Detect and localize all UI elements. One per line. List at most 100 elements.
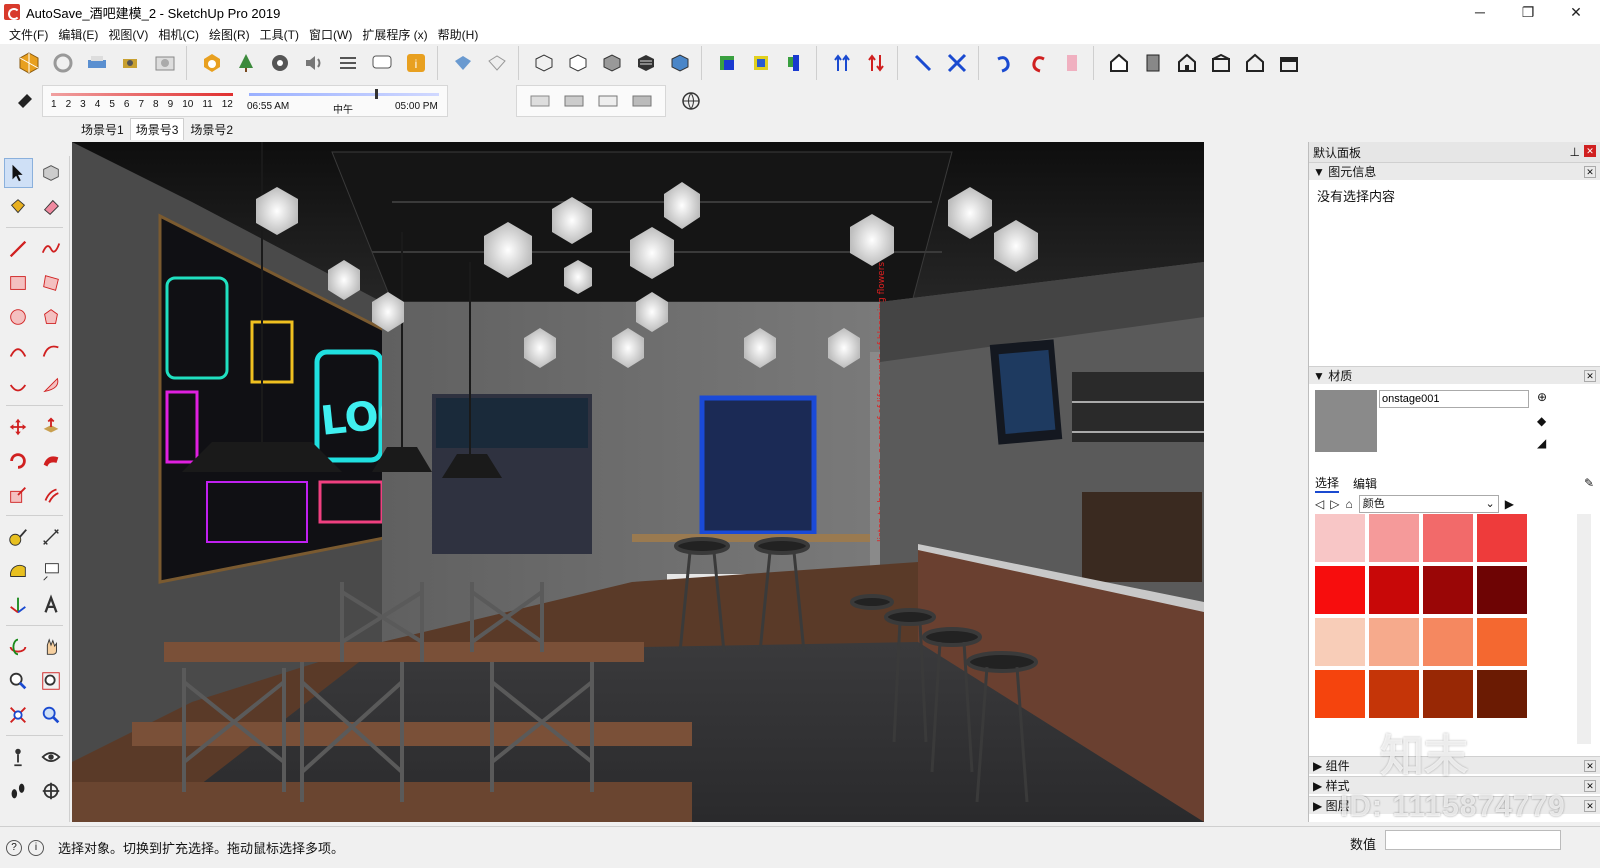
style-xray-icon[interactable] <box>447 48 479 78</box>
section-fill-icon[interactable] <box>626 86 658 116</box>
text-tool-icon[interactable] <box>37 556 66 586</box>
offset-icon[interactable] <box>37 480 66 510</box>
print-icon[interactable] <box>81 48 113 78</box>
close-button[interactable]: ✕ <box>1552 0 1600 24</box>
three-point-arc-icon[interactable] <box>4 370 33 400</box>
color-swatch[interactable] <box>1369 670 1419 718</box>
section-display-icon[interactable] <box>558 86 590 116</box>
color-swatch[interactable] <box>1315 514 1365 562</box>
select-tool-icon[interactable] <box>4 158 33 188</box>
menu-camera[interactable]: 相机(C) <box>153 26 204 43</box>
rotate-icon[interactable] <box>4 446 33 476</box>
color-swatch[interactable] <box>1315 670 1365 718</box>
menu-view[interactable]: 视图(V) <box>103 26 153 43</box>
menu-file[interactable]: 文件(F) <box>4 26 53 43</box>
paint-bucket-icon[interactable] <box>4 192 33 222</box>
close-icon[interactable]: ✕ <box>1584 779 1596 792</box>
screenshot-icon[interactable] <box>149 48 181 78</box>
arc-icon[interactable] <box>4 336 33 366</box>
follow-me-icon[interactable] <box>37 446 66 476</box>
redo-icon[interactable] <box>1022 48 1054 78</box>
polygon-icon[interactable] <box>37 302 66 332</box>
menu-edit[interactable]: 编辑(E) <box>53 26 103 43</box>
menu-tools[interactable]: 工具(T) <box>255 26 304 43</box>
forward-icon[interactable]: ▷ <box>1330 497 1339 511</box>
wireframe-icon[interactable] <box>528 48 560 78</box>
tree-icon[interactable] <box>230 48 262 78</box>
pan-icon[interactable] <box>37 632 66 662</box>
color-swatch[interactable] <box>1315 566 1365 614</box>
hidden-line-icon[interactable] <box>562 48 594 78</box>
house-back-icon[interactable] <box>1239 48 1271 78</box>
close-icon[interactable]: ✕ <box>1584 369 1596 382</box>
zoom-window-icon[interactable] <box>37 666 66 696</box>
sample-icon[interactable]: ◢ <box>1537 436 1546 450</box>
section-cut-icon[interactable] <box>592 86 624 116</box>
tape-measure-icon[interactable] <box>4 522 33 552</box>
style-back-edges-icon[interactable] <box>481 48 513 78</box>
shaded-icon[interactable] <box>596 48 628 78</box>
menu-window[interactable]: 窗口(W) <box>304 26 357 43</box>
color-swatch[interactable] <box>1477 566 1527 614</box>
shaded-textures-icon[interactable] <box>630 48 662 78</box>
camera-icon[interactable] <box>115 48 147 78</box>
color-swatch[interactable] <box>1477 618 1527 666</box>
globe-icon[interactable] <box>675 86 707 116</box>
scene-tab-2[interactable]: 场景号2 <box>185 119 238 140</box>
house-right-icon[interactable] <box>1205 48 1237 78</box>
paint-icon[interactable] <box>1056 48 1088 78</box>
library-select[interactable]: 颜色 ⌄ <box>1358 495 1499 513</box>
minimize-button[interactable]: ─ <box>1456 0 1504 24</box>
tab-select[interactable]: 选择 <box>1315 474 1340 493</box>
push-down-icon[interactable] <box>860 48 892 78</box>
color-swatch[interactable] <box>1423 566 1473 614</box>
time-slider[interactable]: 06:55 AM 中午 05:00 PM <box>247 87 443 116</box>
iso-view-icon[interactable] <box>711 48 743 78</box>
material-name-input[interactable] <box>1379 390 1529 408</box>
chat-icon[interactable] <box>366 48 398 78</box>
scale-tool-icon[interactable] <box>4 480 33 510</box>
info-circle-icon[interactable]: i <box>28 839 44 856</box>
walk-icon[interactable] <box>4 776 33 806</box>
color-swatch[interactable] <box>1477 670 1527 718</box>
geolocation-icon[interactable]: ? <box>6 839 22 856</box>
color-swatch[interactable] <box>1315 618 1365 666</box>
eraser-toggle-icon[interactable] <box>9 86 41 116</box>
zoom-icon[interactable] <box>4 666 33 696</box>
color-swatch[interactable] <box>1369 618 1419 666</box>
info-icon[interactable]: i <box>400 48 432 78</box>
position-camera-icon[interactable] <box>4 742 33 772</box>
scene-tab-3[interactable]: 场景号3 <box>129 118 185 140</box>
line-tool-icon[interactable] <box>4 234 33 264</box>
color-swatch[interactable] <box>1369 566 1419 614</box>
menu-help[interactable]: 帮助(H) <box>433 26 484 43</box>
zoom-extents-icon[interactable] <box>4 700 33 730</box>
scene-tab-1[interactable]: 场景号1 <box>76 119 129 140</box>
protractor-icon[interactable] <box>4 556 33 586</box>
rectangle-icon[interactable] <box>4 268 33 298</box>
menu-extensions[interactable]: 扩展程序 (x) <box>357 26 432 43</box>
refresh-icon[interactable] <box>47 48 79 78</box>
pin-icon[interactable]: ⊥ <box>1570 145 1580 159</box>
push-pull-icon[interactable] <box>37 412 66 442</box>
previous-view-icon[interactable] <box>37 700 66 730</box>
home-icon[interactable]: ⌂ <box>1345 497 1352 511</box>
menu-draw[interactable]: 绘图(R) <box>204 26 255 43</box>
intersect-icon[interactable] <box>941 48 973 78</box>
move-icon[interactable] <box>4 412 33 442</box>
time-slider-knob[interactable] <box>375 89 378 99</box>
restore-button[interactable]: ❐ <box>1504 0 1552 24</box>
circle-icon[interactable] <box>4 302 33 332</box>
settings-icon[interactable] <box>264 48 296 78</box>
close-icon[interactable]: ✕ <box>1584 759 1596 772</box>
two-point-arc-icon[interactable] <box>37 336 66 366</box>
dimension-icon[interactable] <box>37 522 66 552</box>
tray-close-icon[interactable]: ✕ <box>1584 145 1596 157</box>
measurements-input[interactable] <box>1385 830 1561 850</box>
back-icon[interactable]: ◁ <box>1315 497 1324 511</box>
swatch-scrollbar[interactable] <box>1577 514 1591 744</box>
model-viewport[interactable]: LOGO listen to bar songs, as proof of li… <box>72 142 1204 822</box>
color-swatch[interactable] <box>1423 514 1473 562</box>
monochrome-icon[interactable] <box>664 48 696 78</box>
undo-icon[interactable] <box>988 48 1020 78</box>
